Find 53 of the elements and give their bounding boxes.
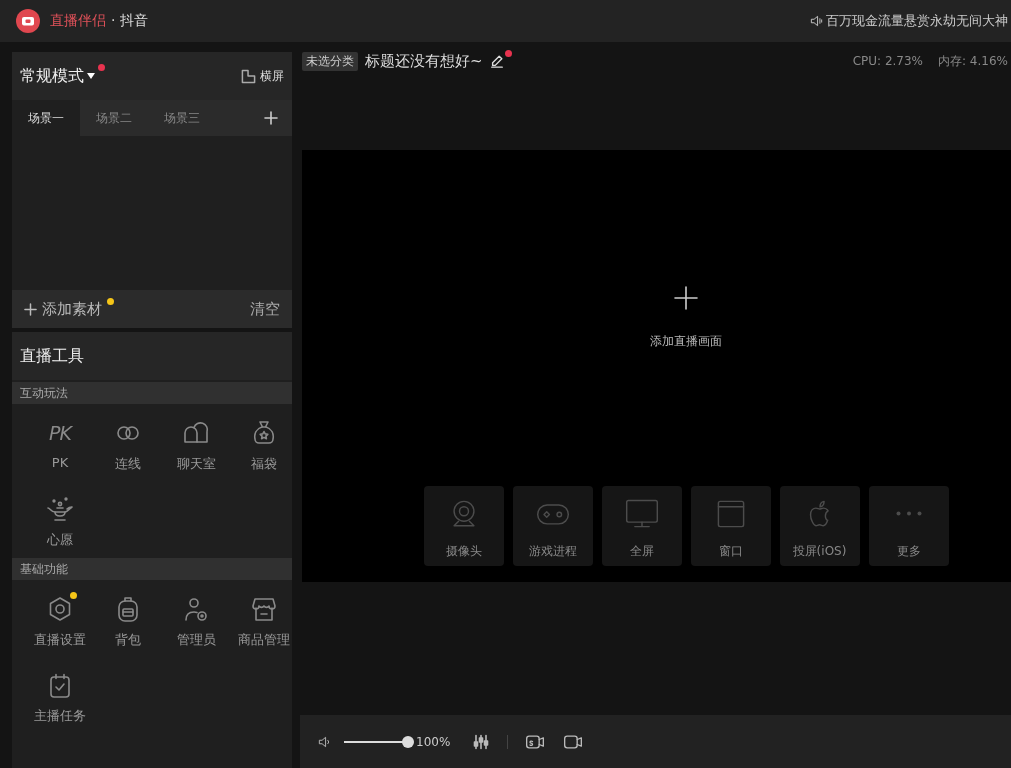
tool-button[interactable]: 背包 <box>94 580 162 656</box>
source-button[interactable]: 摄像头 <box>423 486 504 566</box>
tool-button[interactable]: 主播任务 <box>26 656 94 732</box>
category-tag[interactable]: 未选分类 <box>302 51 358 71</box>
source-button[interactable]: 游戏进程 <box>512 486 593 566</box>
tool-button[interactable]: 商品管理 <box>230 580 298 656</box>
tool-button[interactable]: 福袋 <box>230 404 298 480</box>
section-header: 互动玩法 <box>12 382 292 404</box>
announcement-text[interactable]: 百万现金流量悬赏永劫无间大神 <box>826 12 1008 30</box>
source-button[interactable]: 投屏(iOS) <box>779 486 860 566</box>
tool-button[interactable]: 连线 <box>94 404 162 480</box>
cpu-usage: CPU: 2.73% <box>852 54 923 68</box>
camera-icon[interactable] <box>563 733 584 750</box>
user-settings-icon <box>182 595 210 623</box>
slider-thumb[interactable] <box>402 735 414 748</box>
camera-icon[interactable] <box>525 733 546 750</box>
tool-button[interactable]: 直播设置 <box>26 580 94 656</box>
mode-dropdown[interactable]: 常规模式 <box>20 65 105 87</box>
scene-tab[interactable]: 场景一 <box>12 100 80 136</box>
source-button[interactable]: 全屏 <box>601 486 682 566</box>
tool-button[interactable]: 管理员 <box>162 580 230 656</box>
volume-reading: 100% <box>416 734 451 749</box>
clear-button[interactable]: 清空 <box>250 299 280 319</box>
platform-name: · 抖音 <box>111 12 148 30</box>
pk-icon: PK <box>49 419 71 447</box>
caret-icon <box>87 73 95 79</box>
tool-button[interactable]: PK PK <box>26 404 94 480</box>
app-name: 直播伴侣 <box>50 12 106 30</box>
tool-button[interactable]: 心愿 <box>26 480 94 556</box>
memory-usage: 内存: 4.16% <box>938 52 1008 70</box>
panel-title: 直播工具 <box>12 332 292 380</box>
logo-icon <box>16 9 40 33</box>
store-icon <box>250 595 278 623</box>
tool-button[interactable]: 聊天室 <box>162 404 230 480</box>
edit-icon[interactable] <box>489 54 504 68</box>
scene-tab[interactable]: 场景三 <box>148 100 216 136</box>
mixer-icon[interactable] <box>473 733 490 750</box>
add-scene-hint[interactable]: 添加直播画面 <box>650 334 722 348</box>
section-header: 基础功能 <box>12 558 292 580</box>
orientation-button[interactable]: 横屏 <box>241 67 284 85</box>
source-button[interactable]: 更多 <box>868 486 949 566</box>
plus-icon <box>24 302 37 316</box>
lamp-icon <box>46 495 74 523</box>
add-source-button[interactable]: 添加素材 <box>24 299 114 319</box>
stream-title: 标题还没有想好~ <box>365 51 483 71</box>
layout-icon <box>241 68 256 84</box>
plus-icon[interactable] <box>264 111 278 125</box>
more-icon <box>895 511 922 516</box>
plus-icon[interactable] <box>674 286 698 310</box>
speaker-icon[interactable] <box>318 734 332 749</box>
source-button[interactable]: 窗口 <box>690 486 771 566</box>
speaker-icon <box>810 14 824 28</box>
scene-tab[interactable]: 场景二 <box>80 100 148 136</box>
